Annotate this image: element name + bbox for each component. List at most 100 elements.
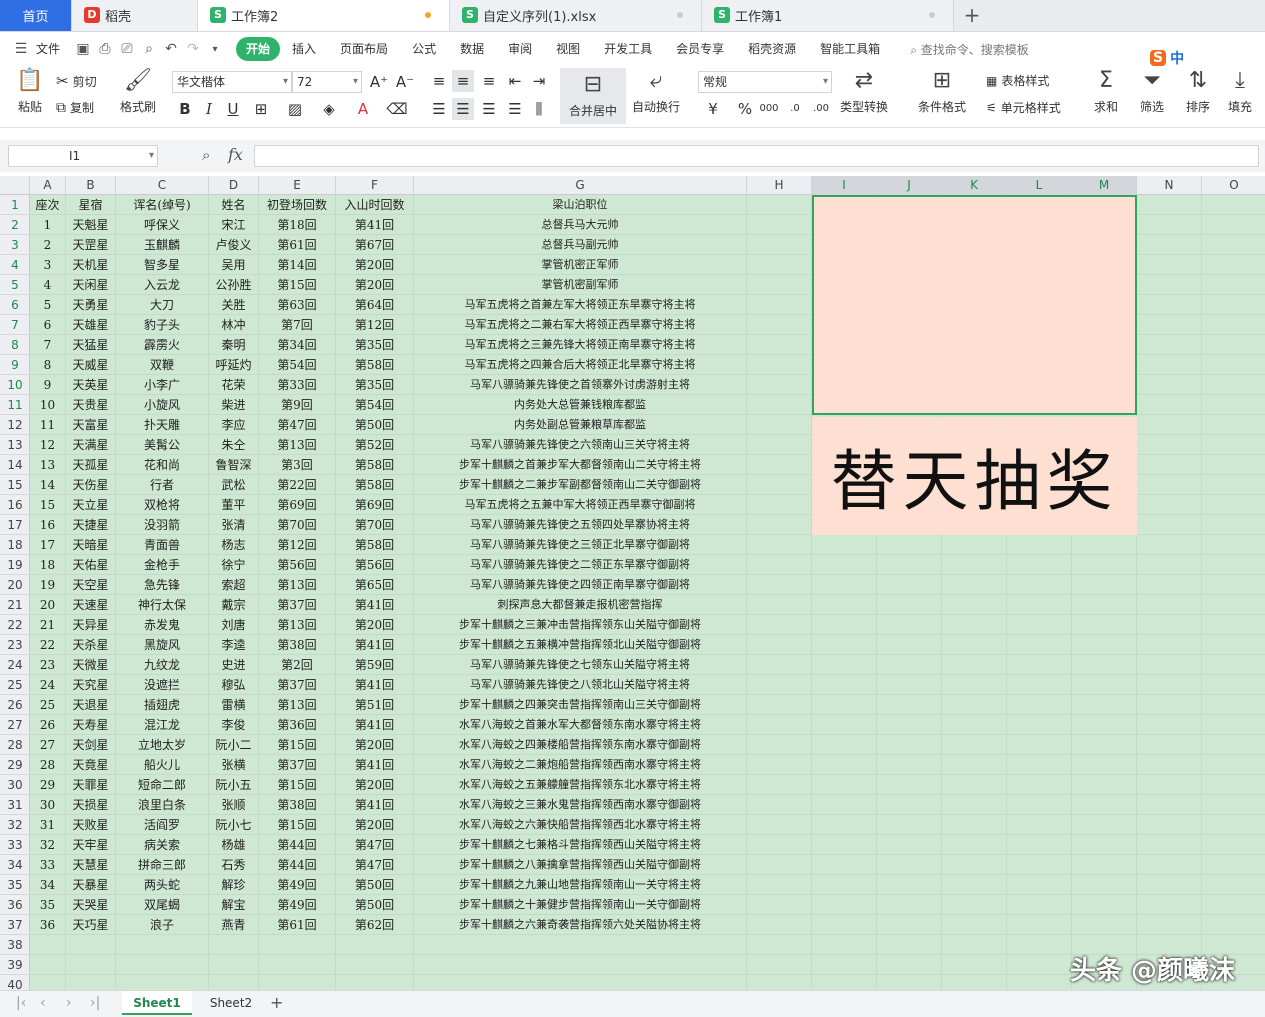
cell[interactable]: 第52回 bbox=[336, 435, 414, 455]
cell[interactable]: 步军十麒麟之九兼山地营指挥领南山一关守将主将 bbox=[414, 875, 747, 895]
cell[interactable] bbox=[1202, 655, 1265, 675]
row-header[interactable]: 5 bbox=[0, 275, 30, 295]
cell[interactable]: 马军八骠骑兼先锋使之首领寨外讨虏游射主将 bbox=[414, 375, 747, 395]
cell[interactable] bbox=[1137, 395, 1202, 415]
cell[interactable]: 马军八骠骑兼先锋使之八领北山关隘守将主将 bbox=[414, 675, 747, 695]
cell[interactable] bbox=[1137, 775, 1202, 795]
column-header-j[interactable]: J bbox=[877, 176, 942, 195]
cell[interactable] bbox=[1202, 515, 1265, 535]
cell[interactable] bbox=[877, 655, 942, 675]
cell[interactable]: 病关索 bbox=[116, 835, 209, 855]
cell[interactable]: 诨名(绰号) bbox=[116, 195, 209, 215]
cell[interactable]: 卢俊义 bbox=[209, 235, 259, 255]
cell[interactable] bbox=[1007, 695, 1072, 715]
cell[interactable]: 解珍 bbox=[209, 875, 259, 895]
cell[interactable]: 第61回 bbox=[259, 915, 336, 935]
select-all-corner[interactable] bbox=[0, 176, 30, 195]
cell[interactable] bbox=[747, 775, 812, 795]
cell[interactable] bbox=[747, 595, 812, 615]
cell[interactable] bbox=[877, 835, 942, 855]
row-header[interactable]: 39 bbox=[0, 955, 30, 975]
cell[interactable]: 天速星 bbox=[66, 595, 116, 615]
cell[interactable] bbox=[1202, 555, 1265, 575]
cell[interactable] bbox=[877, 755, 942, 775]
cell[interactable]: 船火儿 bbox=[116, 755, 209, 775]
cell[interactable]: 呼保义 bbox=[116, 215, 209, 235]
cell[interactable]: 第37回 bbox=[259, 755, 336, 775]
cell[interactable] bbox=[747, 975, 812, 990]
cell[interactable] bbox=[942, 675, 1007, 695]
cell[interactable]: 马军八骠骑兼先锋使之三领正北旱寨守御副将 bbox=[414, 535, 747, 555]
cell[interactable]: 第65回 bbox=[336, 575, 414, 595]
row-header[interactable]: 37 bbox=[0, 915, 30, 935]
cell[interactable] bbox=[747, 335, 812, 355]
cell[interactable] bbox=[1137, 795, 1202, 815]
cell[interactable] bbox=[812, 815, 877, 835]
cell[interactable] bbox=[116, 955, 209, 975]
cut-button[interactable]: ✂ 剪切 bbox=[56, 72, 97, 90]
cell[interactable] bbox=[259, 975, 336, 990]
cell[interactable] bbox=[812, 895, 877, 915]
cell[interactable]: 第41回 bbox=[336, 635, 414, 655]
cell[interactable] bbox=[812, 955, 877, 975]
cell[interactable]: 第67回 bbox=[336, 235, 414, 255]
cell[interactable]: 第2回 bbox=[259, 655, 336, 675]
cell[interactable] bbox=[1137, 315, 1202, 335]
cell[interactable] bbox=[877, 775, 942, 795]
cell[interactable] bbox=[747, 875, 812, 895]
cell[interactable]: 步军十麒麟之首兼步军大都督领南山二关守将主将 bbox=[414, 455, 747, 475]
preview-icon[interactable]: ⌕ bbox=[138, 38, 160, 60]
column-header-d[interactable]: D bbox=[209, 176, 259, 195]
save-icon[interactable]: ▣ bbox=[72, 38, 94, 60]
justify-icon[interactable]: ☰ bbox=[504, 98, 526, 120]
cell[interactable]: 第37回 bbox=[259, 595, 336, 615]
column-header-h[interactable]: H bbox=[747, 176, 812, 195]
cell[interactable] bbox=[1137, 295, 1202, 315]
cell[interactable]: 第7回 bbox=[259, 315, 336, 335]
cell[interactable]: 小李广 bbox=[116, 375, 209, 395]
cell[interactable]: 天罡星 bbox=[66, 235, 116, 255]
cell[interactable] bbox=[1137, 655, 1202, 675]
number-format-select[interactable]: 常规 bbox=[698, 71, 832, 93]
italic-icon[interactable]: I bbox=[198, 98, 220, 120]
cell[interactable]: 天机星 bbox=[66, 255, 116, 275]
cell[interactable]: 内务处副总管兼粮草库都监 bbox=[414, 415, 747, 435]
cell[interactable] bbox=[942, 955, 1007, 975]
cell[interactable] bbox=[1202, 415, 1265, 435]
cell[interactable] bbox=[877, 815, 942, 835]
cell[interactable] bbox=[747, 435, 812, 455]
cell[interactable]: 浪里白条 bbox=[116, 795, 209, 815]
raffle-title-cell[interactable]: 替天抽奖 bbox=[812, 417, 1137, 535]
column-header-g[interactable]: G bbox=[414, 176, 747, 195]
cell[interactable]: 索超 bbox=[209, 575, 259, 595]
align-bottom-icon[interactable]: ≡ bbox=[478, 70, 500, 92]
indent-increase-icon[interactable]: ⇥ bbox=[528, 70, 550, 92]
cell[interactable]: 第62回 bbox=[336, 915, 414, 935]
conditional-format-button[interactable]: ⊞ 条件格式 bbox=[918, 70, 966, 115]
align-top-icon[interactable]: ≡ bbox=[428, 70, 450, 92]
cell[interactable] bbox=[1137, 415, 1202, 435]
align-left-icon[interactable]: ☰ bbox=[428, 98, 450, 120]
cell[interactable]: 呼延灼 bbox=[209, 355, 259, 375]
cell[interactable] bbox=[877, 575, 942, 595]
cell[interactable]: 第64回 bbox=[336, 295, 414, 315]
cell[interactable]: 没遮拦 bbox=[116, 675, 209, 695]
column-header-o[interactable]: O bbox=[1202, 176, 1265, 195]
cell[interactable]: 张横 bbox=[209, 755, 259, 775]
clear-format-icon[interactable]: ⌫ bbox=[386, 98, 408, 120]
cell[interactable]: 第63回 bbox=[259, 295, 336, 315]
cell[interactable] bbox=[1072, 615, 1137, 635]
cell[interactable] bbox=[1072, 875, 1137, 895]
cell[interactable]: 天牢星 bbox=[66, 835, 116, 855]
cell[interactable] bbox=[1137, 515, 1202, 535]
cell[interactable] bbox=[1202, 815, 1265, 835]
format-painter-button[interactable]: 🖌 格式刷 bbox=[120, 70, 156, 115]
cell[interactable] bbox=[1072, 815, 1137, 835]
cell[interactable] bbox=[812, 675, 877, 695]
column-header-f[interactable]: F bbox=[336, 176, 414, 195]
cell[interactable]: 19 bbox=[30, 575, 66, 595]
cell[interactable]: 天杀星 bbox=[66, 635, 116, 655]
cell[interactable] bbox=[942, 935, 1007, 955]
cell[interactable] bbox=[1202, 255, 1265, 275]
selected-merged-cell[interactable] bbox=[812, 195, 1137, 415]
